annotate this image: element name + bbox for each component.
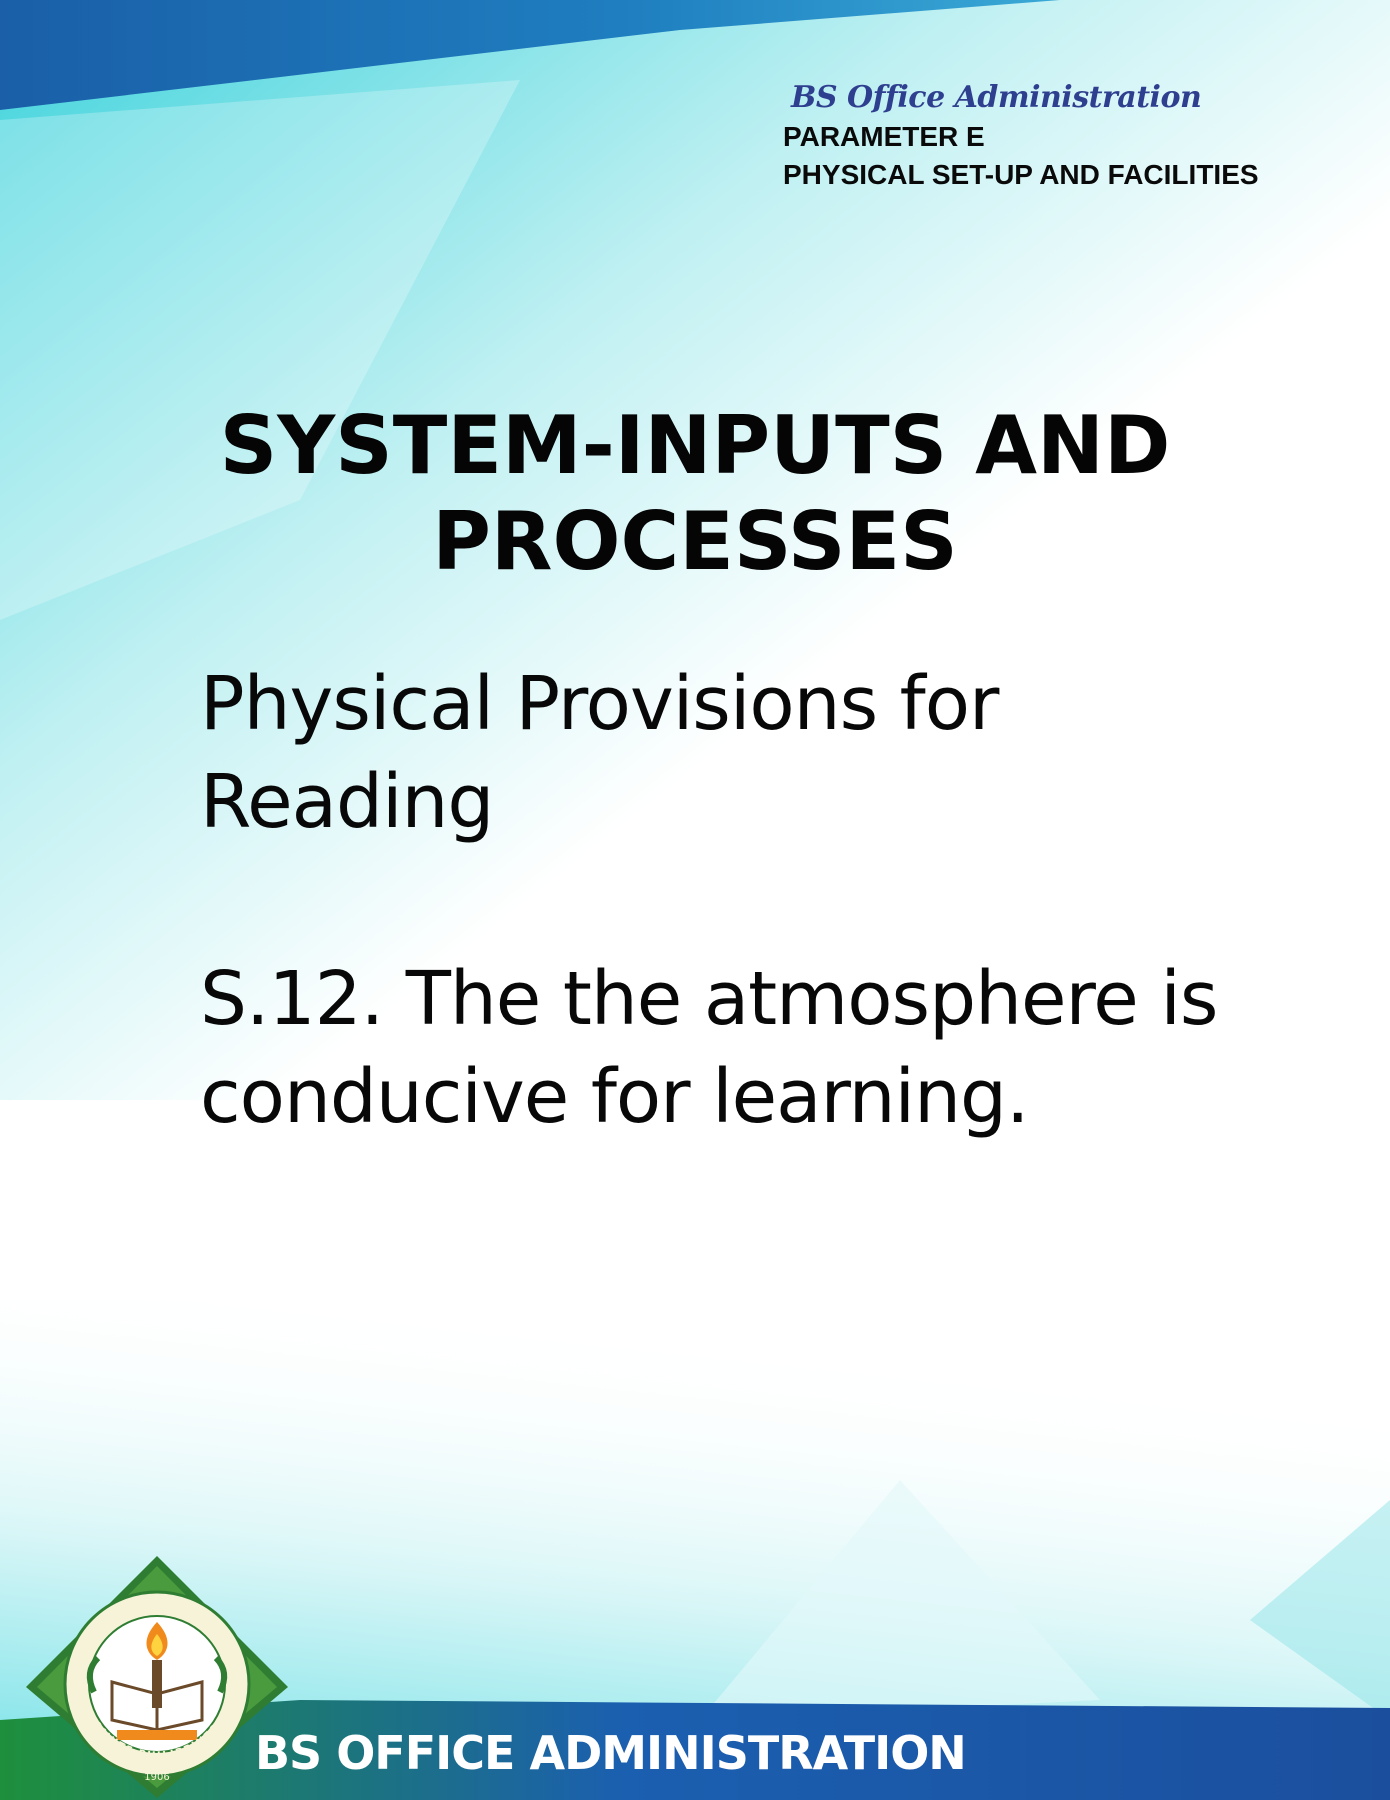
seal-year: 1906 [144,1772,169,1783]
standard-line-2: conducive for learning. [200,1054,1030,1140]
section-subtitle: Physical Provisions for Reading [200,655,1340,851]
standard-statement: S.12. The the atmosphere is conducive fo… [200,950,1340,1146]
page-background [0,0,1390,1800]
standard-line-1: S.12. The the atmosphere is [200,956,1218,1042]
area-label: PHYSICAL SET-UP AND FACILITIES [783,159,1259,190]
document-header: BS Office Administration PARAMETER E PHY… [783,78,1383,194]
footer-banner: BS OFFICE ADMINISTRATION [255,1726,967,1780]
university-seal-logo: CAVITE STATE UNIVERSITY CAVITE PHILIPPIN… [26,1556,288,1798]
program-name: BS Office Administration [791,80,1202,115]
page-title: SYSTEM-INPUTS AND PROCESSES [160,398,1230,590]
parameter-label: PARAMETER E [783,121,985,152]
title-line-1: SYSTEM-INPUTS AND [219,399,1171,492]
subtitle-line-2: Reading [200,759,494,845]
subtitle-line-1: Physical Provisions for [200,661,999,747]
title-line-2: PROCESSES [432,495,958,588]
